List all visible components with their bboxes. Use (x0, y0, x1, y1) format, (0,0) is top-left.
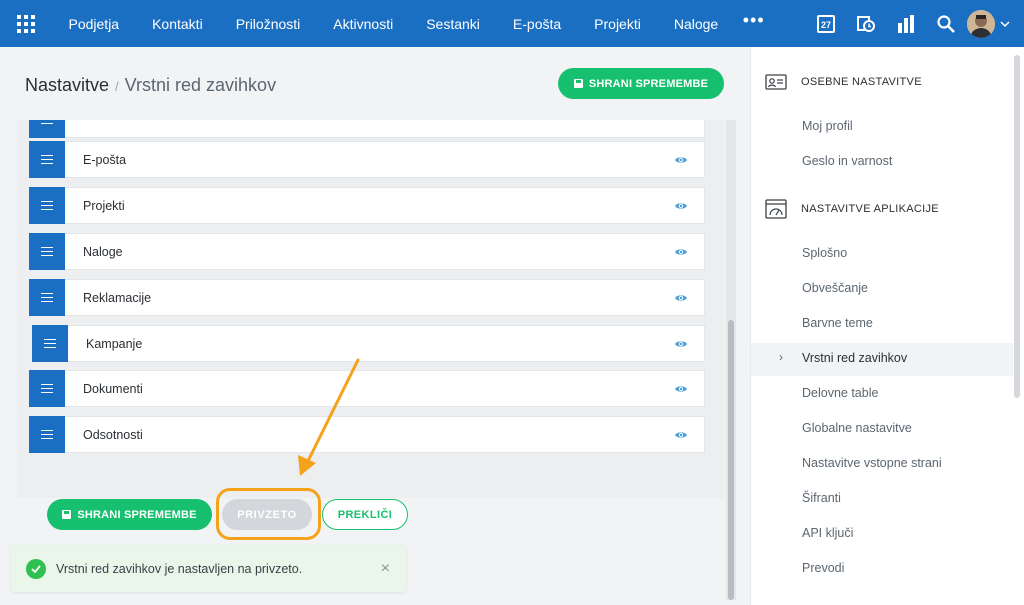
save-button-label: SHRANI SPREMEMBE (588, 77, 709, 90)
sidebar-item-moj-profil[interactable]: Moj profil (802, 119, 853, 133)
sidebar-item-globalne[interactable]: Globalne nastavitve (802, 421, 912, 435)
nav-item-priloznosti[interactable]: Priložnosti (219, 0, 317, 47)
drag-handle-icon[interactable] (29, 141, 65, 178)
chevron-right-icon: › (779, 350, 783, 364)
save-button-top[interactable]: SHRANI SPREMEMBE (558, 68, 724, 99)
tab-label: Naloge (83, 244, 123, 259)
breadcrumb-separator: / (115, 79, 119, 94)
tab-label: Projekti (83, 198, 125, 213)
toast-message: Vrstni red zavihkov je nastavljen na pri… (56, 561, 303, 576)
drag-handle-icon[interactable] (29, 233, 65, 270)
list-item[interactable]: E-pošta (29, 141, 705, 178)
save-button-bottom[interactable]: SHRANI SPREMEMBE (47, 499, 212, 530)
sidebar-item-api-kljuci[interactable]: API ključi (802, 526, 853, 540)
list-item[interactable]: Naloge (29, 233, 705, 270)
check-icon (26, 558, 46, 579)
drag-handle-icon[interactable] (29, 120, 65, 138)
sidebar-item-sifranti[interactable]: Šifranti (802, 491, 841, 505)
clock-calendar-icon[interactable] (846, 0, 886, 47)
section-app-settings: NASTAVITVE APLIKACIJE (765, 198, 939, 220)
tab-label: Reklamacije (83, 290, 152, 305)
sidebar-item-delovne-table[interactable]: Delovne table (802, 386, 878, 400)
main-nav: Podjetja Kontakti Priložnosti Aktivnosti… (52, 0, 773, 47)
tab-label: E-pošta (83, 152, 127, 167)
section-personal-settings: OSEBNE NASTAVITVE (765, 71, 922, 93)
reports-icon[interactable] (886, 0, 926, 47)
nav-item-naloge[interactable]: Naloge (657, 0, 734, 47)
nav-item-eposta[interactable]: E-pošta (496, 0, 577, 47)
eye-icon[interactable] (674, 153, 688, 167)
section-title: OSEBNE NASTAVITVE (801, 76, 922, 88)
eye-icon[interactable] (674, 199, 688, 213)
breadcrumb-current: Vrstni red zavihkov (124, 75, 277, 95)
calendar-icon[interactable]: 27 (806, 0, 846, 47)
sidebar-item-prevodi[interactable]: Prevodi (802, 561, 844, 575)
eye-icon[interactable] (674, 337, 688, 351)
success-toast: Vrstni red zavihkov je nastavljen na pri… (11, 545, 406, 592)
drag-handle-icon[interactable] (32, 325, 68, 362)
settings-sidebar: OSEBNE NASTAVITVE Moj profil Geslo in va… (750, 47, 1024, 605)
id-card-icon (765, 74, 787, 90)
top-navbar: Podjetja Kontakti Priložnosti Aktivnosti… (0, 0, 1024, 47)
sidebar-item-geslo[interactable]: Geslo in varnost (802, 154, 892, 168)
default-button[interactable]: PRIVZETO (222, 499, 312, 530)
search-icon[interactable] (926, 0, 966, 47)
nav-item-sestanki[interactable]: Sestanki (410, 0, 497, 47)
cancel-button[interactable]: PREKLIČI (322, 499, 408, 530)
list-item[interactable]: Dokumenti (29, 370, 705, 407)
list-item[interactable]: Kampanje (32, 325, 705, 362)
eye-icon[interactable] (674, 428, 688, 442)
drag-handle-icon[interactable] (29, 416, 65, 453)
sidebar-item-obvescanje[interactable]: Obveščanje (802, 281, 868, 295)
dashboard-window-icon (765, 199, 787, 219)
list-item[interactable] (29, 120, 705, 138)
nav-item-aktivnosti[interactable]: Aktivnosti (317, 0, 410, 47)
list-item[interactable]: Odsotnosti (29, 416, 705, 453)
list-item[interactable]: Reklamacije (29, 279, 705, 316)
sidebar-item-barvne-teme[interactable]: Barvne teme (802, 316, 873, 330)
calendar-day: 27 (817, 14, 835, 33)
main-content: Nastavitve / Vrstni red zavihkov SHRANI SP… (0, 47, 750, 605)
close-icon[interactable]: × (381, 560, 390, 578)
tab-order-list: E-pošta Projekti Naloge Reklamacije Kamp… (18, 120, 724, 498)
drag-handle-icon[interactable] (29, 279, 65, 316)
eye-icon[interactable] (674, 245, 688, 259)
breadcrumb-root[interactable]: Nastavitve (25, 75, 109, 95)
top-icons: 27 (806, 0, 1024, 47)
drag-handle-icon[interactable] (29, 370, 65, 407)
eye-icon[interactable] (674, 291, 688, 305)
breadcrumb: Nastavitve / Vrstni red zavihkov (25, 75, 276, 96)
chevron-down-icon[interactable] (1000, 17, 1010, 31)
sidebar-item-vstopne-strani[interactable]: Nastavitve vstopne strani (802, 456, 942, 470)
user-avatar[interactable] (966, 0, 996, 47)
sidebar-scrollbar[interactable] (1014, 55, 1020, 398)
section-title: NASTAVITVE APLIKACIJE (801, 203, 939, 215)
save-icon (573, 79, 583, 88)
sidebar-item-splosno[interactable]: Splošno (802, 246, 847, 260)
drag-handle-icon[interactable] (29, 187, 65, 224)
tab-label: Kampanje (86, 336, 143, 351)
tab-label: Odsotnosti (83, 427, 143, 442)
list-item[interactable]: Projekti (29, 187, 705, 224)
eye-icon[interactable] (674, 382, 688, 396)
nav-more-button[interactable]: ••• (735, 10, 773, 31)
apps-grid-icon[interactable] (0, 0, 52, 47)
list-scrollbar[interactable] (726, 120, 736, 600)
sidebar-item-vrstni-red[interactable]: Vrstni red zavihkov (802, 351, 907, 365)
save-button-label: SHRANI SPREMEMBE (77, 508, 197, 521)
tab-label: Dokumenti (83, 381, 143, 396)
save-icon (62, 510, 72, 519)
nav-item-projekti[interactable]: Projekti (578, 0, 658, 47)
scrollbar-thumb[interactable] (728, 320, 734, 600)
nav-item-podjetja[interactable]: Podjetja (52, 0, 136, 47)
nav-item-kontakti[interactable]: Kontakti (136, 0, 220, 47)
